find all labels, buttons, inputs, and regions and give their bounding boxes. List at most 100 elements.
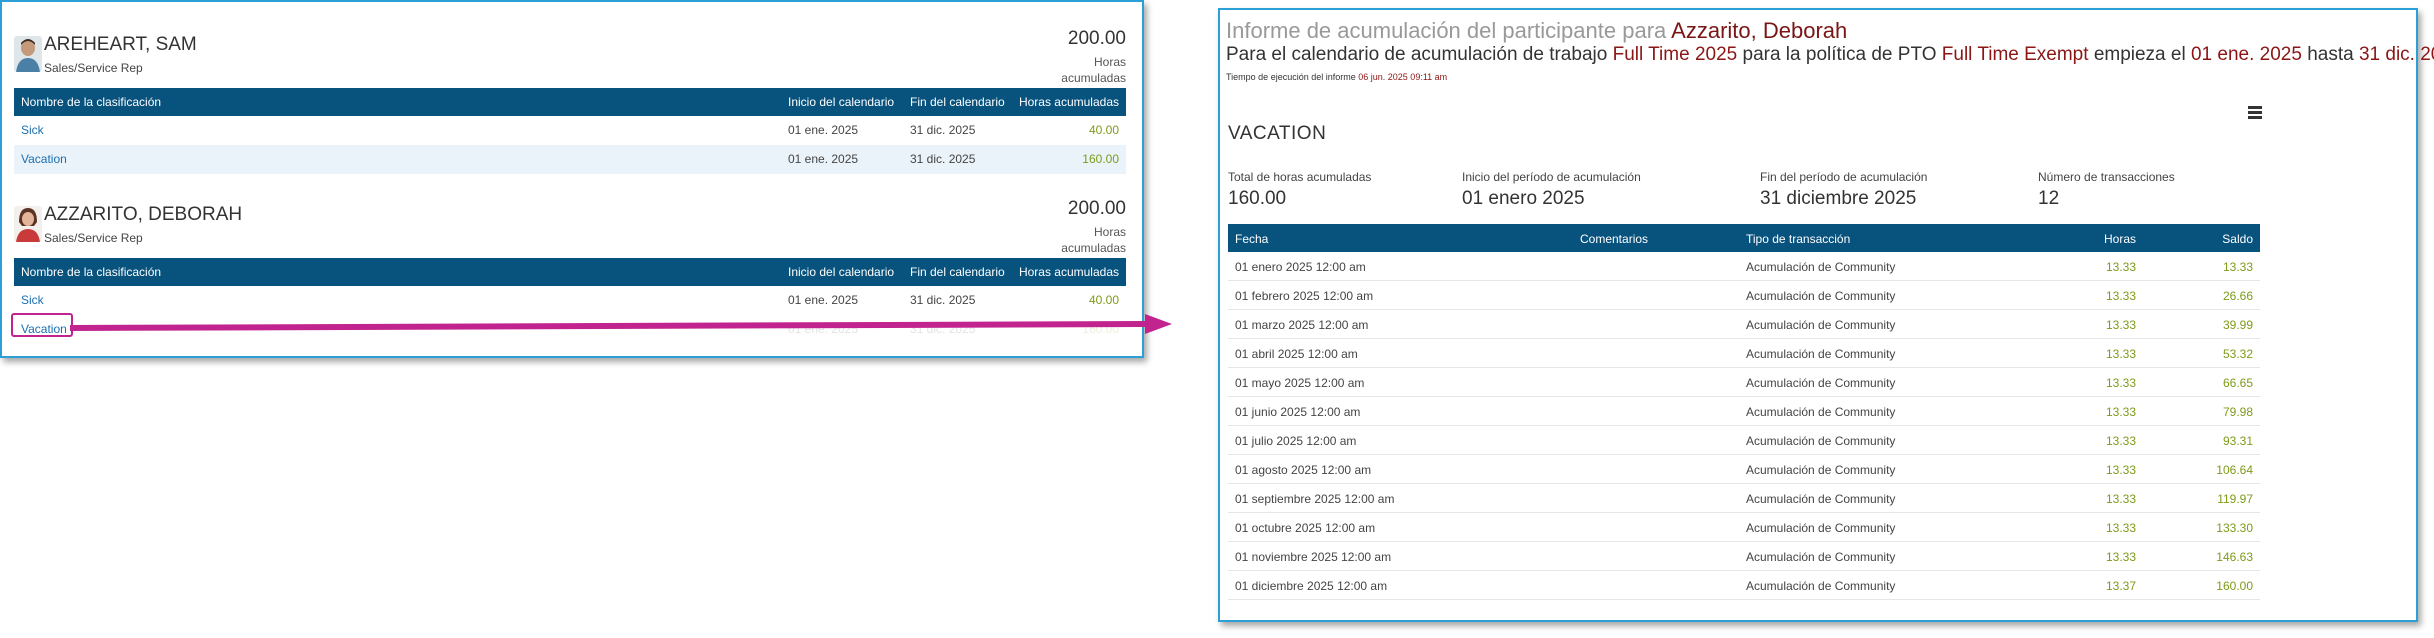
participant-total-unit: Horas acumuladas bbox=[1061, 225, 1126, 255]
transaction-balance: 133.30 bbox=[2216, 521, 2253, 535]
table-row: 01 enero 2025 12:00 am Acumulación de Com… bbox=[1228, 252, 2260, 281]
section-title: VACATION bbox=[1228, 123, 1327, 144]
table-row: 01 septiembre 2025 12:00 am Acumulación d… bbox=[1228, 484, 2260, 513]
transaction-balance: 119.97 bbox=[2217, 492, 2253, 506]
participant-role: Sales/Service Rep bbox=[44, 61, 143, 75]
transaction-type: Acumulación de Community bbox=[1746, 318, 1896, 332]
table-row: Vacation 01 ene. 2025 31 dic. 2025 160.0… bbox=[14, 145, 1126, 174]
table-row: 01 marzo 2025 12:00 am Acumulación de Com… bbox=[1228, 310, 2260, 339]
calendar-start: 01 ene. 2025 bbox=[788, 123, 859, 137]
col-header-hours: Horas acumuladas bbox=[1018, 265, 1119, 279]
classification-link-sick[interactable]: Sick bbox=[21, 123, 44, 137]
transaction-type: Acumulación de Community bbox=[1746, 550, 1896, 564]
hamburger-menu-icon[interactable] bbox=[2248, 106, 2262, 120]
accrued-hours: 40.00 bbox=[1088, 293, 1119, 307]
table-row: 01 mayo 2025 12:00 am Acumulación de Comm… bbox=[1228, 368, 2260, 397]
transaction-date: 01 septiembre 2025 12:00 am bbox=[1235, 492, 1395, 506]
period-start-date: 01 ene. 2025 bbox=[2190, 44, 2302, 65]
transaction-type: Acumulación de Community bbox=[1746, 376, 1896, 390]
transaction-type: Acumulación de Community bbox=[1746, 492, 1896, 506]
participant-total-unit: Horas acumuladas bbox=[1061, 55, 1126, 85]
classification-table-header: Nombre de la clasificación Inicio del ca… bbox=[14, 88, 1126, 116]
accrued-hours: 160.00 bbox=[1082, 152, 1119, 166]
transaction-type: Acumulación de Community bbox=[1746, 347, 1896, 361]
stat-period-start: Inicio del período de acumulación 01 ene… bbox=[1462, 170, 1641, 210]
transaction-balance: 146.63 bbox=[2216, 550, 2253, 564]
transaction-date: 01 febrero 2025 12:00 am bbox=[1235, 289, 1374, 303]
transaction-date: 01 julio 2025 12:00 am bbox=[1235, 434, 1357, 448]
stat-value: 31 diciembre 2025 bbox=[1760, 188, 1917, 209]
period-end-date: 31 dic. 2025 bbox=[2358, 44, 2434, 65]
transaction-date: 01 diciembre 2025 12:00 am bbox=[1235, 579, 1388, 593]
accrual-report-panel: Informe de acumulación del participante … bbox=[1218, 8, 2434, 622]
table-row: 01 diciembre 2025 12:00 am Acumulación de… bbox=[1228, 571, 2260, 600]
table-row: Sick 01 ene. 2025 31 dic. 2025 40.00 bbox=[14, 286, 1126, 315]
calendar-start: 01 ene. 2025 bbox=[788, 152, 859, 166]
table-row: Sick 01 ene. 2025 31 dic. 2025 40.00 bbox=[14, 116, 1126, 145]
transaction-date: 01 enero 2025 12:00 am bbox=[1235, 260, 1366, 274]
col-header-start: Inicio del calendario bbox=[788, 95, 895, 109]
calendar-name: Full Time 2025 bbox=[1612, 44, 1738, 65]
transaction-hours: 13.33 bbox=[2105, 405, 2136, 419]
runtime-value: 06 jun. 2025 09:11 am bbox=[1358, 72, 1448, 82]
transaction-balance: 26.66 bbox=[2222, 289, 2253, 303]
stat-period-end: Fin del período de acumulación 31 diciem… bbox=[1760, 170, 1927, 210]
transaction-date: 01 abril 2025 12:00 am bbox=[1235, 347, 1358, 361]
col-header-date: Fecha bbox=[1235, 232, 1269, 246]
transaction-date: 01 marzo 2025 12:00 am bbox=[1235, 318, 1369, 332]
calendar-end: 31 dic. 2025 bbox=[910, 123, 976, 137]
participant-total-hours: 200.00 bbox=[1067, 28, 1126, 49]
transaction-type: Acumulación de Community bbox=[1746, 579, 1896, 593]
col-header-type: Tipo de transacción bbox=[1746, 232, 1851, 246]
col-header-hours: Horas bbox=[2103, 232, 2136, 246]
transactions-table: Fecha Comentarios Tipo de transacción Ho… bbox=[1228, 224, 2260, 600]
transaction-hours: 13.33 bbox=[2105, 318, 2136, 332]
stat-transaction-count: Número de transacciones 12 bbox=[2038, 170, 2175, 210]
transaction-type: Acumulación de Community bbox=[1746, 521, 1896, 535]
stat-label: Número de transacciones bbox=[2038, 170, 2175, 184]
stat-total-hours: Total de horas acumuladas 160.00 bbox=[1228, 170, 1371, 210]
callout-arrow bbox=[70, 314, 1172, 334]
subtitle-text: Para el calendario de acumulación de tra… bbox=[1226, 44, 1608, 65]
table-row: 01 agosto 2025 12:00 am Acumulación de Co… bbox=[1228, 455, 2260, 484]
stat-label: Fin del período de acumulación bbox=[1760, 170, 1928, 184]
transaction-type: Acumulación de Community bbox=[1746, 289, 1896, 303]
subtitle-text: hasta bbox=[2307, 44, 2354, 65]
calendar-start: 01 ene. 2025 bbox=[788, 293, 859, 307]
table-row: 01 abril 2025 12:00 am Acumulación de Com… bbox=[1228, 339, 2260, 368]
transaction-balance: 93.31 bbox=[2222, 434, 2253, 448]
subtitle-text: para la política de PTO bbox=[1742, 44, 1937, 65]
transaction-balance: 53.32 bbox=[2222, 347, 2253, 361]
table-row: 01 junio 2025 12:00 am Acumulación de Com… bbox=[1228, 397, 2260, 426]
report-subtitle: Para el calendario de acumulación de tra… bbox=[1226, 44, 2434, 66]
transaction-hours: 13.33 bbox=[2105, 434, 2136, 448]
participant-list-panel: AREHEART, SAM Sales/Service Rep 200.00 H… bbox=[0, 0, 1144, 358]
transaction-balance: 66.65 bbox=[2222, 376, 2253, 390]
table-row: 01 julio 2025 12:00 am Acumulación de Com… bbox=[1228, 426, 2260, 455]
transaction-balance: 79.98 bbox=[2222, 405, 2253, 419]
runtime-label: Tiempo de ejecución del informe bbox=[1226, 72, 1356, 82]
transaction-type: Acumulación de Community bbox=[1746, 434, 1896, 448]
transaction-hours: 13.33 bbox=[2105, 492, 2136, 506]
col-header-end: Fin del calendario bbox=[910, 265, 1005, 279]
transaction-hours: 13.33 bbox=[2105, 260, 2136, 274]
transaction-balance: 13.33 bbox=[2222, 260, 2253, 274]
classification-link-vacation[interactable]: Vacation bbox=[21, 152, 67, 166]
stat-value: 12 bbox=[2038, 188, 2060, 209]
transaction-type: Acumulación de Community bbox=[1746, 463, 1896, 477]
transaction-hours: 13.37 bbox=[2105, 579, 2136, 593]
transactions-table-body: 01 enero 2025 12:00 am Acumulación de Com… bbox=[1228, 252, 2260, 600]
participant-name: AZZARITO, DEBORAH bbox=[44, 204, 243, 225]
subtitle-text: empieza el bbox=[2093, 44, 2186, 65]
classification-link-sick[interactable]: Sick bbox=[21, 293, 44, 307]
policy-name: Full Time Exempt bbox=[1941, 44, 2089, 65]
report-runtime: Tiempo de ejecución del informe 06 jun. … bbox=[1226, 72, 1447, 82]
report-title: Informe de acumulación del participante … bbox=[1226, 18, 1847, 44]
avatar bbox=[14, 206, 42, 242]
table-row: 01 octubre 2025 12:00 am Acumulación de C… bbox=[1228, 513, 2260, 542]
transaction-balance: 39.99 bbox=[2222, 318, 2253, 332]
transaction-type: Acumulación de Community bbox=[1746, 405, 1896, 419]
transaction-hours: 13.33 bbox=[2105, 550, 2136, 564]
transaction-hours: 13.33 bbox=[2105, 521, 2136, 535]
callout-highlight-box bbox=[11, 313, 73, 337]
